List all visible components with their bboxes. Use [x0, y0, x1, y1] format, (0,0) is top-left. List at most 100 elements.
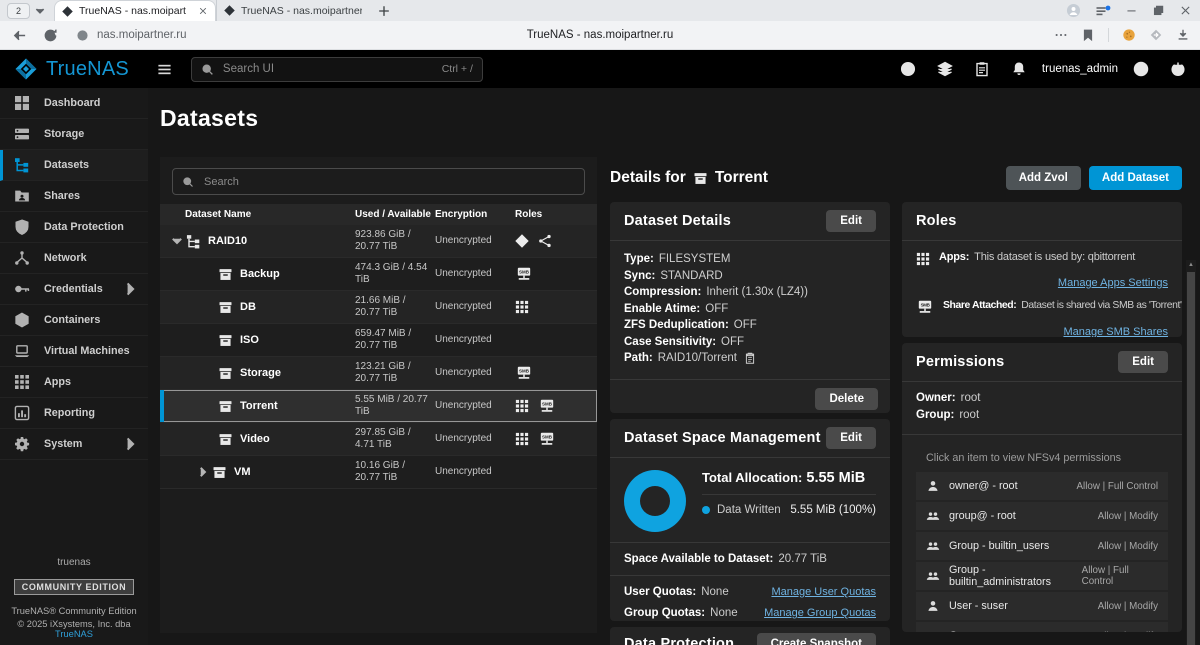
permission-item[interactable]: Group - builtin_users Allow | Modify: [916, 532, 1168, 560]
truecommand-icon[interactable]: [937, 61, 953, 77]
cookie-icon[interactable]: [1122, 28, 1136, 42]
table-row-iso[interactable]: ISO 659.47 MiB / 20.77 TiB Unencrypted: [160, 324, 597, 357]
permission-item[interactable]: User - suser Allow | Modify: [916, 592, 1168, 620]
svg-text:SMB: SMB: [542, 401, 553, 406]
encryption-value: Unencrypted: [435, 400, 492, 411]
site-info-icon[interactable]: [76, 29, 89, 42]
ui-search-field[interactable]: Ctrl + /: [190, 56, 483, 82]
scroll-up-arrow[interactable]: ▲: [1186, 260, 1196, 270]
sidebar-item-network[interactable]: Network: [0, 243, 148, 274]
extension-icon[interactable]: [1149, 28, 1163, 42]
window-restore-button[interactable]: [1152, 4, 1165, 17]
copy-icon[interactable]: [744, 352, 756, 364]
sidebar-item-virtual-machines[interactable]: Virtual Machines: [0, 336, 148, 367]
jobs-clipboard-icon[interactable]: [974, 61, 990, 77]
menu-icon[interactable]: [156, 62, 173, 77]
window-close-button[interactable]: [1179, 4, 1192, 17]
sidebar-item-label: Network: [44, 252, 87, 264]
column-header-dataset-name[interactable]: Dataset Name: [160, 209, 355, 220]
storage-icon: [14, 126, 30, 142]
bookmark-icon[interactable]: [1081, 28, 1095, 42]
download-icon[interactable]: [1176, 28, 1190, 42]
used-available-value: 5.55 MiB / 20.77 TiB: [355, 394, 428, 417]
encryption-value: Unencrypted: [435, 235, 492, 246]
truenas-brand[interactable]: TrueNAS: [13, 57, 129, 81]
roles-icons: SMB: [515, 399, 597, 414]
dataset-details-card: Dataset Details Edit Type: FILESYSTEM Sync…: [610, 202, 890, 413]
add-zvol-button[interactable]: Add Zvol: [1005, 166, 1081, 190]
column-header-roles[interactable]: Roles: [515, 209, 597, 220]
scrollbar-thumb[interactable]: [1187, 272, 1195, 645]
sidebar-item-containers[interactable]: Containers: [0, 305, 148, 336]
manage-smb-shares-link[interactable]: Manage SMB Shares: [1063, 326, 1168, 337]
sidebar-item-datasets[interactable]: Datasets: [0, 150, 148, 181]
power-icon[interactable]: [1170, 61, 1186, 77]
browser-tab-inactive[interactable]: TrueNAS - nas.moipartner: [216, 0, 369, 21]
encryption-value: Unencrypted: [435, 433, 492, 444]
table-search-input[interactable]: [202, 174, 575, 189]
tab-close-icon[interactable]: [198, 6, 208, 16]
used-available-value: 21.66 MiB / 20.77 TiB: [355, 295, 406, 318]
svg-text:SMB: SMB: [921, 302, 931, 307]
reload-icon[interactable]: [43, 28, 58, 43]
permission-item[interactable]: Group - apps Allow | Modify: [916, 622, 1168, 632]
encryption-value: Unencrypted: [435, 466, 492, 477]
browser-profile-avatar[interactable]: [1066, 3, 1081, 18]
edit-dataset-details-button[interactable]: Edit: [826, 210, 876, 232]
chevron-down-icon[interactable]: [170, 234, 184, 248]
sidebar-item-label: Datasets: [44, 159, 90, 171]
window-minimize-button[interactable]: [1125, 4, 1138, 17]
create-snapshot-button[interactable]: Create Snapshot: [756, 633, 876, 645]
new-tab-button[interactable]: [377, 4, 391, 18]
delete-dataset-button[interactable]: Delete: [815, 387, 878, 410]
back-icon[interactable]: [12, 28, 27, 43]
address-bar-url[interactable]: nas.moipartner.ru: [97, 29, 187, 41]
sidebar-item-apps[interactable]: Apps: [0, 367, 148, 398]
table-row-video[interactable]: Video 297.85 GiB / 4.71 TiB Unencrypted SMB: [160, 423, 597, 456]
chevron-right-icon[interactable]: [196, 465, 210, 479]
sidebar-item-credentials[interactable]: Credentials: [0, 274, 148, 305]
table-row-torrent[interactable]: Torrent 5.55 MiB / 20.77 TiB Unencrypted SM…: [160, 390, 597, 423]
table-row-backup[interactable]: Backup 474.3 GiB / 4.54 TiB Unencrypted SMB: [160, 258, 597, 291]
table-row-storage[interactable]: Storage 123.21 GiB / 20.77 TiB Unencrypted…: [160, 357, 597, 390]
edit-permissions-button[interactable]: Edit: [1118, 351, 1168, 373]
sidebar-item-reporting[interactable]: Reporting: [0, 398, 148, 429]
share-icon: [538, 234, 552, 248]
truenas-link[interactable]: TrueNAS: [55, 629, 93, 639]
table-row-raid10[interactable]: RAID10 923.86 GiB / 20.77 TiB Unencrypted: [160, 225, 597, 258]
dataset-root-icon: [186, 234, 201, 249]
search-input[interactable]: [220, 62, 442, 76]
table-search-field[interactable]: [172, 168, 585, 195]
sidebar-item-storage[interactable]: Storage: [0, 119, 148, 150]
permission-item[interactable]: group@ - root Allow | Modify: [916, 502, 1168, 530]
table-row-vm[interactable]: VM 10.16 GiB / 20.77 TiB Unencrypted: [160, 456, 597, 489]
edit-space-button[interactable]: Edit: [826, 427, 876, 449]
manage-group-quotas-link[interactable]: Manage Group Quotas: [764, 607, 876, 619]
manage-apps-settings-link[interactable]: Manage Apps Settings: [1058, 277, 1168, 289]
feedback-smiley-icon[interactable]: [900, 61, 916, 77]
card-title: Dataset Space Management: [624, 430, 821, 446]
permission-item[interactable]: Group - builtin_administrators Allow | Fu…: [916, 562, 1168, 590]
details-scrollbar[interactable]: ▲ ▼: [1186, 260, 1196, 645]
tab-list-chevron-icon[interactable]: [34, 5, 46, 17]
table-row-db[interactable]: DB 21.66 MiB / 20.77 TiB Unencrypted: [160, 291, 597, 324]
column-header-used-available[interactable]: Used / Available: [355, 209, 435, 220]
column-header-encryption[interactable]: Encryption: [435, 209, 515, 220]
user-account-icon[interactable]: [1133, 61, 1149, 77]
tab-count-badge[interactable]: 2: [7, 2, 30, 19]
more-options-icon[interactable]: [1054, 28, 1068, 42]
sidebar-item-system[interactable]: System: [0, 429, 148, 460]
network-icon: [14, 250, 30, 266]
sidebar-item-data-protection[interactable]: Data Protection: [0, 212, 148, 243]
permission-item[interactable]: owner@ - root Allow | Full Control: [916, 472, 1168, 500]
datasets-table-panel: Dataset Name Used / Available Encryption…: [160, 157, 597, 633]
divider: [610, 542, 890, 543]
sidebar-item-dashboard[interactable]: Dashboard: [0, 88, 148, 119]
browser-tab-active[interactable]: TrueNAS - nas.moipart: [54, 0, 216, 22]
sidebar-item-shares[interactable]: Shares: [0, 181, 148, 212]
add-dataset-button[interactable]: Add Dataset: [1088, 166, 1182, 190]
svg-text:SMB: SMB: [519, 368, 530, 373]
notifications-bell-icon[interactable]: [1011, 61, 1027, 77]
browser-panel-icon[interactable]: [1095, 3, 1111, 19]
manage-user-quotas-link[interactable]: Manage User Quotas: [771, 586, 876, 598]
